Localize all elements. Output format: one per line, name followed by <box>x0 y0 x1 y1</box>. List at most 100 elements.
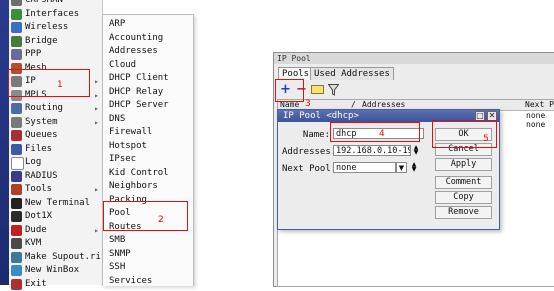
menu-item-interfaces[interactable]: Interfaces <box>9 8 102 21</box>
submenu-item-smb[interactable]: SMB <box>109 234 125 247</box>
menu-item-dude[interactable]: Dude ▸ <box>9 224 102 237</box>
menu-item-capsman[interactable]: CAPsMAN <box>9 0 102 7</box>
menu-item-label: Make Supout.rif <box>25 251 107 262</box>
menu-item-ppp[interactable]: PPP <box>9 48 102 61</box>
submenu-item-neighbors[interactable]: Neighbors <box>109 180 158 193</box>
menu-item-mpls[interactable]: MPLS ▸ <box>9 89 102 102</box>
menu-item-label: New WinBox <box>25 265 80 275</box>
menu-item-label: Files <box>25 143 53 154</box>
menu-item-label: Dot1X <box>25 211 53 221</box>
menu-item-label: Exit <box>25 278 47 289</box>
apply-button[interactable]: Apply <box>435 158 492 171</box>
menu-item-queues[interactable]: Queues <box>9 129 102 142</box>
menu-item-new-winbox[interactable]: New WinBox <box>9 264 102 277</box>
tab-pools[interactable]: Pools <box>278 67 314 80</box>
menu-item-wireless[interactable]: Wireless <box>9 21 102 34</box>
addresses-stepper[interactable]: ▲ ▼ <box>412 145 420 156</box>
exit-icon <box>11 278 22 290</box>
menu-item-label: KVM <box>25 238 42 248</box>
chevron-right-icon: ▸ <box>94 185 99 194</box>
remove-icon[interactable]: − <box>294 82 309 97</box>
name-label: Name: <box>302 130 330 140</box>
submenu-item-ssh[interactable]: SSH <box>109 261 125 274</box>
menu-item-label: Mesh <box>25 62 47 73</box>
kvm-icon <box>11 238 22 249</box>
tab-used-addresses[interactable]: Used Addresses <box>310 67 394 80</box>
submenu-item-accounting[interactable]: Accounting <box>109 32 163 45</box>
tools-icon <box>11 184 22 195</box>
menu-item-bridge[interactable]: Bridge <box>9 35 102 48</box>
chevron-right-icon: ▸ <box>94 104 99 113</box>
menu-item-routing[interactable]: Routing ▸ <box>9 102 102 115</box>
filter-icon[interactable] <box>326 82 341 97</box>
menu-item-mesh[interactable]: Mesh <box>9 62 102 75</box>
submenu-item-routes[interactable]: Routes <box>109 221 142 234</box>
annotation-number: 5 <box>483 134 489 144</box>
submenu-item-dns[interactable]: DNS <box>109 113 125 126</box>
submenu-item-arp[interactable]: ARP <box>109 18 125 31</box>
chevron-right-icon: ▸ <box>94 117 99 127</box>
submenu-item-cloud[interactable]: Cloud <box>109 59 136 72</box>
submenu-item-services[interactable]: Services <box>109 275 152 288</box>
menu-item-new-terminal[interactable]: New Terminal <box>9 197 102 210</box>
routing-icon <box>11 103 22 114</box>
menu-item-label: New Terminal <box>25 197 91 208</box>
interfaces-icon <box>11 8 22 20</box>
toolbar: + − <box>277 82 552 98</box>
comment-button[interactable]: Comment <box>435 176 492 189</box>
submenu-item-firewall[interactable]: Firewall <box>109 126 152 139</box>
menu-item-label: System <box>25 116 58 127</box>
menu-item-make-supout-rif[interactable]: Make Supout.rif <box>9 251 106 264</box>
annotation-number: 1 <box>57 80 63 90</box>
submenu-item-dhcp-server[interactable]: DHCP Server <box>109 99 169 112</box>
next-pool-label: Next Pool: <box>282 164 337 174</box>
annotation-number: 4 <box>379 129 385 139</box>
add-icon[interactable]: + <box>278 82 293 97</box>
menu-item-kvm[interactable]: KVM <box>9 237 102 250</box>
annotation-number: 2 <box>158 215 164 225</box>
bridge-icon <box>11 35 22 47</box>
submenu-item-dhcp-relay[interactable]: DHCP Relay <box>109 86 163 99</box>
chevron-right-icon: ▸ <box>94 77 99 86</box>
capsman-icon <box>11 0 22 6</box>
menu-item-label: Queues <box>25 130 58 140</box>
menu-item-label: IP <box>25 76 36 86</box>
submenu-item-dhcp-client[interactable]: DHCP Client <box>109 72 169 85</box>
menu-item-label: Wireless <box>25 22 69 32</box>
submenu-item-ipsec[interactable]: IPsec <box>109 153 136 166</box>
submenu-item-snmp[interactable]: SNMP <box>109 248 131 261</box>
submenu-item-hotspot[interactable]: Hotspot <box>109 140 147 153</box>
menu-item-log[interactable]: Log <box>9 156 102 170</box>
menu-item-label: Interfaces <box>25 8 80 19</box>
cancel-button[interactable]: Cancel <box>435 143 492 156</box>
next-pool-select[interactable]: none <box>333 162 396 173</box>
menu-item-files[interactable]: Files <box>9 143 102 156</box>
menu-item-system[interactable]: System ▸ <box>9 116 102 129</box>
wireless-icon <box>11 22 22 33</box>
sidebar-strip <box>0 0 9 285</box>
menu-item-tools[interactable]: Tools ▸ <box>9 183 102 196</box>
menu-item-exit[interactable]: Exit <box>9 278 102 291</box>
chevron-right-icon: ▸ <box>94 225 99 235</box>
supout-icon <box>11 251 22 263</box>
menu-item-radius[interactable]: RADIUS <box>9 170 102 183</box>
close-icon[interactable]: ✕ <box>487 111 497 121</box>
row-next-pool[interactable]: none <box>526 121 545 129</box>
comment-icon[interactable] <box>310 82 325 97</box>
menu-item-ip[interactable]: IP ▸ <box>9 75 102 88</box>
addresses-field[interactable]: 192.168.0.10-192 <box>333 145 411 156</box>
remove-button[interactable]: Remove <box>435 206 492 219</box>
submenu-item-kid-control[interactable]: Kid Control <box>109 167 169 180</box>
addresses-label: Addresses: <box>282 147 337 157</box>
next-pool-stepper[interactable]: ▲ ▼ <box>410 162 418 173</box>
column-next-pool[interactable]: Next Po <box>525 100 554 110</box>
maximize-icon[interactable]: □ <box>475 111 485 121</box>
submenu-item-packing[interactable]: Packing <box>109 194 147 207</box>
menu-item-dot1x[interactable]: Dot1X <box>9 210 102 223</box>
submenu-item-pool[interactable]: Pool <box>109 207 131 220</box>
row-next-pool[interactable]: none <box>526 112 545 120</box>
chevron-down-icon[interactable]: ▼ <box>396 162 407 173</box>
ip-icon <box>11 76 22 87</box>
copy-button[interactable]: Copy <box>435 191 492 204</box>
submenu-item-addresses[interactable]: Addresses <box>109 45 158 58</box>
